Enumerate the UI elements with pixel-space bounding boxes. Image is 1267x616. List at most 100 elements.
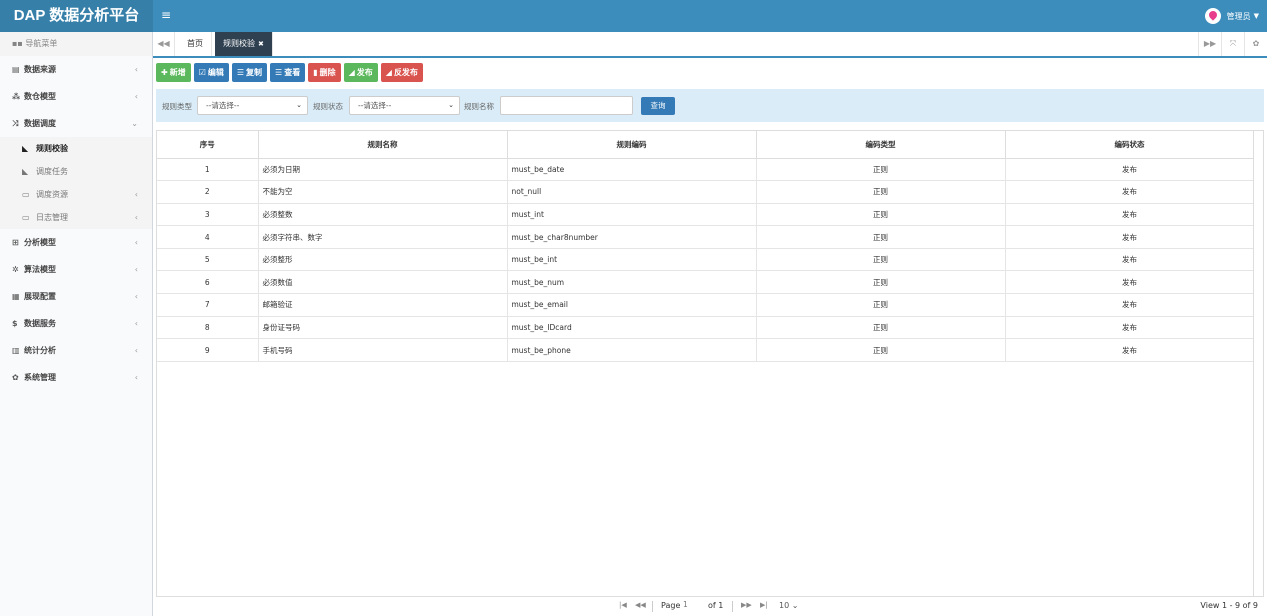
chevron-left-icon: ‹ <box>134 346 138 355</box>
sidebar-item-data-service[interactable]: $ 数据服务 ‹ <box>0 310 152 337</box>
rule-table: 序号 规则名称 规则编码 编码类型 编码状态 1 必须为日期 must_be_dat… <box>156 130 1264 616</box>
table-row[interactable]: 2 不能为空 not_null 正则 发布 <box>157 180 1255 204</box>
unpublish-button[interactable]: ◢ 反发布 <box>380 63 423 82</box>
column-header-rule-code[interactable]: 规则编码 <box>507 131 757 159</box>
gear-icon[interactable]: ✿ <box>1244 32 1267 56</box>
random-icon: ⤨ <box>12 119 19 128</box>
table-row[interactable]: 6 必须数值 must_be_num 正则 发布 <box>157 270 1255 295</box>
sidebar-header: ▪▪ 导航菜单 <box>0 32 152 56</box>
sidebar-subitem-schedule-task[interactable]: ◣ 调度任务 <box>0 160 152 183</box>
chevron-left-icon: ‹ <box>134 265 138 274</box>
table-row[interactable]: 8 身份证号码 must_be_IDcard 正则 发布 <box>157 316 1255 340</box>
sidebar-subitem-log-manage[interactable]: ▭ 日志管理 ‹ <box>0 206 152 229</box>
chevron-left-icon: ‹ <box>134 292 138 301</box>
sidebar-item-warehouse-model[interactable]: ⁂ 数仓模型 ‹ <box>0 83 152 110</box>
sidebar-item-algorithm-model[interactable]: ✲ 算法模型 ‹ <box>0 256 152 283</box>
list-icon: ☰ <box>275 68 283 77</box>
tab-rule-check[interactable]: 规则校验 ✖ <box>215 32 273 56</box>
next-page-icon[interactable]: ▶▶ <box>741 601 752 609</box>
chevron-left-icon: ‹ <box>134 190 138 199</box>
column-header-code-status[interactable]: 编码状态 <box>1005 131 1255 159</box>
tab-bar: ◀◀ 首页 规则校验 ✖ ▶▶ ⤧ ✿ <box>153 32 1267 58</box>
chevron-down-icon: ⌄ <box>131 119 138 128</box>
sidebar-item-data-source[interactable]: ▤ 数据来源 ‹ <box>0 56 152 83</box>
table-row[interactable]: 5 必须整形 must_be_int 正则 发布 <box>157 248 1255 272</box>
column-header-rule-name[interactable]: 规则名称 <box>258 131 508 159</box>
page-number-input[interactable]: 1 <box>683 600 703 613</box>
delete-button[interactable]: ▮ 删除 <box>308 63 341 82</box>
rule-type-label: 规则类型 <box>162 102 192 111</box>
edit-button[interactable]: ☑ 编辑 <box>193 63 229 82</box>
chevron-left-icon: ‹ <box>134 213 138 222</box>
caret-down-icon: ▼ <box>1253 12 1259 20</box>
sidebar-item-system-manage[interactable]: ✿ 系统管理 ‹ <box>0 364 152 391</box>
cubes-icon: ⁂ <box>12 92 21 101</box>
table-row[interactable]: 3 必须整数 must_int 正则 发布 <box>157 203 1255 227</box>
table-row[interactable]: 9 手机号码 must_be_phone 正则 发布 <box>157 338 1255 362</box>
tab-scroll-right-icon[interactable]: ▶▶ <box>1198 32 1221 56</box>
pager-separator <box>732 601 733 612</box>
table-scrollbar[interactable] <box>1253 131 1263 616</box>
table-header-row: 序号 规则名称 规则编码 编码类型 编码状态 <box>157 131 1255 159</box>
sidebar-item-statistics[interactable]: ▥ 统计分析 ‹ <box>0 337 152 364</box>
rule-type-select[interactable]: --请选择-- ⌄ <box>197 96 308 115</box>
table-row[interactable]: 4 必须字符串、数字 must_be_char8number 正则 发布 <box>157 225 1255 249</box>
edit-icon: ☑ <box>198 68 206 77</box>
pager: |◀ ◀◀ Page 1 of 1 ▶▶ ▶| 10 ⌄ View 1 - 9 … <box>156 596 1264 616</box>
tab-scroll-left-icon[interactable]: ◀◀ <box>153 32 175 56</box>
add-button[interactable]: ✚ 新增 <box>156 63 191 82</box>
app-logo[interactable]: DAP 数据分析平台 <box>0 0 153 32</box>
chevron-down-icon: ⌄ <box>448 101 454 109</box>
gear-icon: ✿ <box>12 373 19 382</box>
prev-page-icon[interactable]: ◀◀ <box>635 601 646 609</box>
list-icon: ☰ <box>236 68 245 77</box>
folder-icon: ▭ <box>22 190 30 199</box>
search-panel: 规则类型 --请选择-- ⌄ 规则状态 --请选择-- ⌄ 规则名称 查询 <box>156 89 1264 122</box>
sidebar-subitem-schedule-resource[interactable]: ▭ 调度资源 ‹ <box>0 183 152 206</box>
sidebar-item-analysis-model[interactable]: ⊞ 分析模型 ‹ <box>0 229 152 256</box>
chevron-left-icon: ‹ <box>134 238 138 247</box>
chevron-down-icon: ⌄ <box>296 101 302 109</box>
column-header-index[interactable]: 序号 <box>157 131 259 159</box>
action-toolbar: ✚ 新增 ☑ 编辑 ☰ 复制 ☰ 查看 ▮ 删除 ◢ 发布 ◢ 反发布 <box>156 63 423 83</box>
page-total: of 1 <box>708 601 724 610</box>
publish-button[interactable]: ◢ 发布 <box>343 63 378 82</box>
first-page-icon[interactable]: |◀ <box>619 601 627 609</box>
column-header-code-type[interactable]: 编码类型 <box>756 131 1006 159</box>
avatar <box>1204 8 1221 24</box>
pager-separator <box>652 601 653 612</box>
tag-icon: ◣ <box>22 167 29 176</box>
sidebar: ▪▪ 导航菜单 ▤ 数据来源 ‹ ⁂ 数仓模型 ‹ ⤨ 数据调度 ⌄ ◣ 规则校验 ◣ 调度任务… <box>0 32 153 616</box>
rule-status-select[interactable]: --请选择-- ⌄ <box>349 96 460 115</box>
last-page-icon[interactable]: ▶| <box>760 601 768 609</box>
sidebar-item-display-config[interactable]: ▦ 展现配置 ‹ <box>0 283 152 310</box>
folder-icon: ▭ <box>22 213 30 222</box>
tag-icon: ◣ <box>22 144 29 153</box>
user-name: 管理员 <box>1226 11 1251 21</box>
query-button[interactable]: 查询 <box>641 97 675 115</box>
table-row[interactable]: 7 邮箱验证 must_be_email 正则 发布 <box>157 293 1255 317</box>
sitemap-icon: ⊞ <box>12 238 19 247</box>
send-icon: ◢ <box>348 68 355 77</box>
chevron-left-icon: ‹ <box>134 65 138 74</box>
sidebar-subitem-rule-check[interactable]: ◣ 规则校验 <box>0 137 152 160</box>
fullscreen-icon[interactable]: ⤧ <box>1221 32 1244 56</box>
dollar-icon: $ <box>12 319 18 328</box>
table-row[interactable]: 1 必须为日期 must_be_date 正则 发布 <box>157 158 1255 182</box>
view-records-text: View 1 - 9 of 9 <box>1200 601 1258 610</box>
chart-icon: ▥ <box>12 346 20 355</box>
view-button[interactable]: ☰ 查看 <box>270 63 306 82</box>
plus-icon: ✚ <box>161 68 168 77</box>
tab-home[interactable]: 首页 <box>179 32 212 56</box>
page-size-select[interactable]: 10 ⌄ <box>779 601 798 610</box>
rule-name-input[interactable] <box>500 96 633 115</box>
menu-toggle-icon[interactable]: ≡ <box>160 8 172 22</box>
chevron-left-icon: ‹ <box>134 373 138 382</box>
sidebar-item-data-schedule[interactable]: ⤨ 数据调度 ⌄ <box>0 110 152 137</box>
close-icon[interactable]: ✖ <box>258 40 264 48</box>
chevron-down-icon: ⌄ <box>791 601 799 610</box>
copy-button[interactable]: ☰ 复制 <box>231 63 268 82</box>
send-icon: ◢ <box>385 68 392 77</box>
user-menu[interactable]: 管理员 ▼ <box>1204 7 1259 25</box>
database-icon: ▤ <box>12 65 20 74</box>
